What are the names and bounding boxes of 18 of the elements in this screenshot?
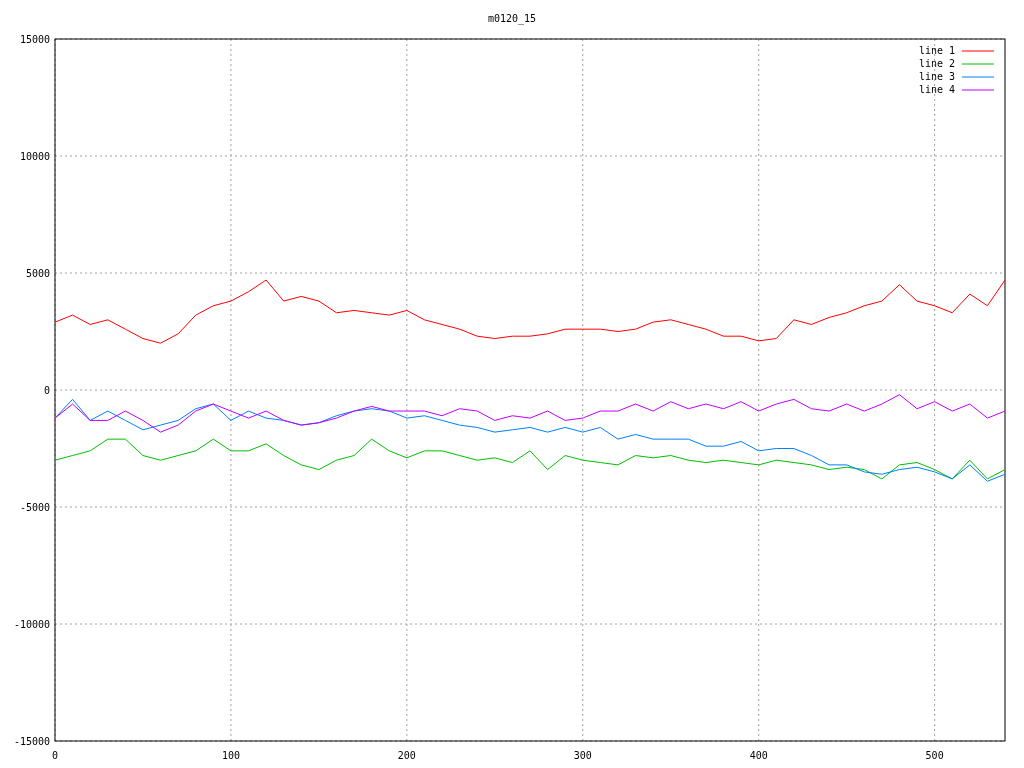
x-tick-label: 200 [397,750,416,761]
chart-title: m0120_15 [487,13,537,24]
legend-label: line 4 [918,84,955,95]
x-tick-label: 400 [749,750,768,761]
x-tick-label: 0 [52,750,58,761]
y-tick-label: -15000 [13,736,50,747]
y-tick-label: 0 [43,385,50,396]
y-tick-label: 5000 [25,268,50,279]
x-tick-label: 300 [573,750,592,761]
y-tick-label: -10000 [13,619,50,630]
legend-label: line 3 [918,71,955,82]
y-tick-label: 10000 [19,151,50,162]
y-tick-label: -5000 [19,502,50,513]
x-tick-label: 100 [221,750,240,761]
legend-label: line 1 [918,45,955,56]
y-tick-label: 15000 [19,34,50,45]
x-tick-label: 500 [925,750,944,761]
legend-label: line 2 [918,58,955,69]
